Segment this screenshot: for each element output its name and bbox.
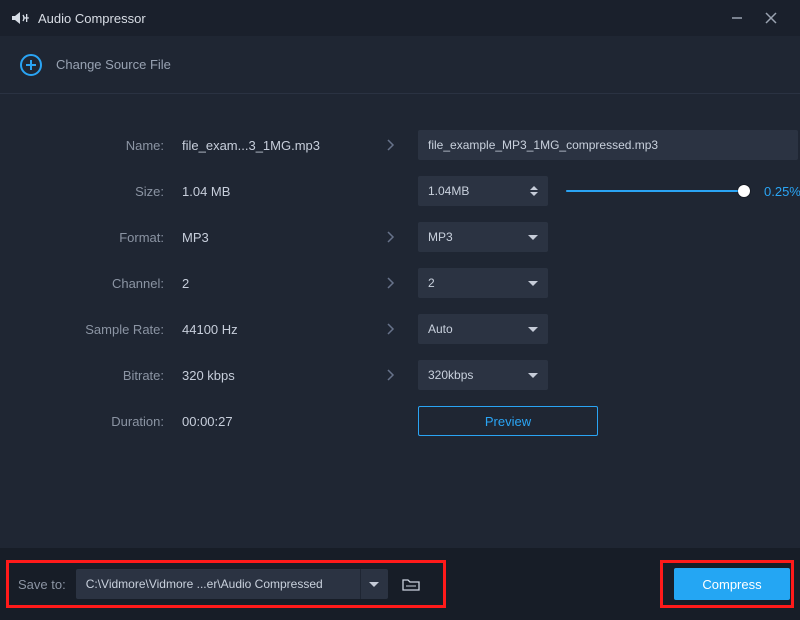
compress-button[interactable]: Compress xyxy=(674,568,790,600)
preview-button[interactable]: Preview xyxy=(418,406,598,436)
size-percent: 0.25% xyxy=(764,184,800,199)
channel-select[interactable]: 2 xyxy=(418,268,548,298)
chevron-right-icon xyxy=(370,276,410,290)
close-button[interactable] xyxy=(754,0,788,36)
bitrate-select-value: 320kbps xyxy=(428,368,473,382)
save-path-value[interactable]: C:\Vidmore\Vidmore ...er\Audio Compresse… xyxy=(76,577,360,591)
slider-fill xyxy=(566,190,744,192)
source-channel: 2 xyxy=(182,276,362,291)
bottom-bar: Save to: C:\Vidmore\Vidmore ...er\Audio … xyxy=(0,548,800,620)
save-path-group: C:\Vidmore\Vidmore ...er\Audio Compresse… xyxy=(76,569,388,599)
source-sample-rate: 44100 Hz xyxy=(182,322,362,337)
sample-rate-select[interactable]: Auto xyxy=(418,314,548,344)
size-slider[interactable] xyxy=(566,184,746,198)
caret-down-icon xyxy=(528,373,538,378)
slider-thumb[interactable] xyxy=(738,185,750,197)
app-icon xyxy=(12,11,30,25)
add-file-icon[interactable] xyxy=(20,54,42,76)
caret-down-icon xyxy=(528,235,538,240)
caret-down-icon xyxy=(369,582,379,587)
preview-label: Preview xyxy=(485,414,531,429)
row-channel: Channel: 2 2 xyxy=(24,260,776,306)
row-duration: Duration: 00:00:27 Preview xyxy=(24,398,776,444)
output-size-value: 1.04MB xyxy=(428,184,469,198)
save-path-dropdown[interactable] xyxy=(360,569,388,599)
label-size: Size: xyxy=(24,184,174,199)
source-duration: 00:00:27 xyxy=(182,414,362,429)
channel-select-value: 2 xyxy=(428,276,435,290)
format-select-value: MP3 xyxy=(428,230,453,244)
size-step-down-icon[interactable] xyxy=(530,192,538,196)
browse-folder-button[interactable] xyxy=(396,569,426,599)
row-bitrate: Bitrate: 320 kbps 320kbps xyxy=(24,352,776,398)
label-duration: Duration: xyxy=(24,414,174,429)
sample-rate-select-value: Auto xyxy=(428,322,453,336)
output-size-stepper[interactable]: 1.04MB xyxy=(418,176,548,206)
size-step-up-icon[interactable] xyxy=(530,186,538,190)
output-name-value: file_example_MP3_1MG_compressed.mp3 xyxy=(428,138,658,152)
format-select[interactable]: MP3 xyxy=(418,222,548,252)
window-title: Audio Compressor xyxy=(38,11,146,26)
label-sample-rate: Sample Rate: xyxy=(24,322,174,337)
titlebar: Audio Compressor xyxy=(0,0,800,36)
change-source-row[interactable]: Change Source File xyxy=(0,36,800,94)
minimize-button[interactable] xyxy=(720,0,754,36)
change-source-label: Change Source File xyxy=(56,57,171,72)
source-name: file_exam...3_1MG.mp3 xyxy=(182,138,362,153)
row-name: Name: file_exam...3_1MG.mp3 file_example… xyxy=(24,122,776,168)
row-sample-rate: Sample Rate: 44100 Hz Auto xyxy=(24,306,776,352)
label-name: Name: xyxy=(24,138,174,153)
row-size: Size: 1.04 MB 1.04MB 0.25% xyxy=(24,168,776,214)
output-name-input[interactable]: file_example_MP3_1MG_compressed.mp3 xyxy=(418,130,798,160)
label-channel: Channel: xyxy=(24,276,174,291)
chevron-right-icon xyxy=(370,230,410,244)
caret-down-icon xyxy=(528,327,538,332)
chevron-right-icon xyxy=(370,322,410,336)
source-bitrate: 320 kbps xyxy=(182,368,362,383)
compress-form: Name: file_exam...3_1MG.mp3 file_example… xyxy=(0,94,800,444)
row-format: Format: MP3 MP3 xyxy=(24,214,776,260)
label-format: Format: xyxy=(24,230,174,245)
source-format: MP3 xyxy=(182,230,362,245)
chevron-right-icon xyxy=(370,368,410,382)
compress-label: Compress xyxy=(702,577,761,592)
caret-down-icon xyxy=(528,281,538,286)
bitrate-select[interactable]: 320kbps xyxy=(418,360,548,390)
chevron-right-icon xyxy=(370,138,410,152)
label-bitrate: Bitrate: xyxy=(24,368,174,383)
source-size: 1.04 MB xyxy=(182,184,362,199)
save-to-label: Save to: xyxy=(18,577,66,592)
